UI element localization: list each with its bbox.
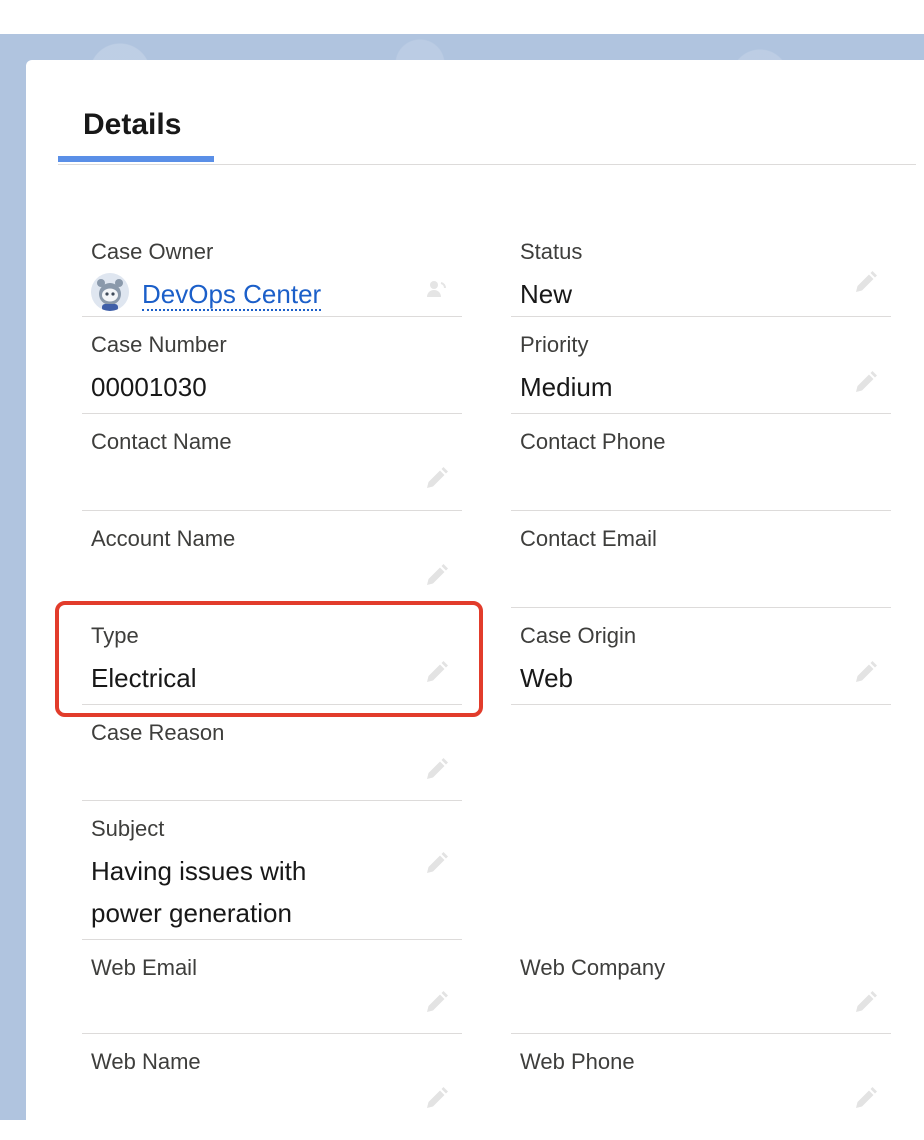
field-web-email: Web Email <box>82 939 462 1034</box>
field-label: Web Email <box>91 955 197 980</box>
field-contact-email: Contact Email <box>511 510 891 608</box>
field-label: Account Name <box>91 526 236 551</box>
change-owner-icon[interactable] <box>424 277 448 301</box>
pencil-icon[interactable] <box>851 269 879 297</box>
field-label: Contact Phone <box>520 429 666 454</box>
field-label: Priority <box>520 332 589 357</box>
field-label: Web Company <box>520 955 666 980</box>
field-value: 00001030 <box>91 372 207 402</box>
pencil-icon[interactable] <box>422 850 450 878</box>
tab-details[interactable]: Details <box>83 108 181 142</box>
field-value: Having issues with power generation <box>91 850 306 934</box>
field-case-origin: Case Origin Web <box>511 607 891 705</box>
pencil-icon[interactable] <box>851 369 879 397</box>
field-case-reason: Case Reason <box>82 704 462 801</box>
field-label: Status <box>520 239 583 264</box>
field-status: Status New <box>511 215 891 317</box>
field-web-name: Web Name <box>82 1033 462 1123</box>
field-case-number: Case Number 00001030 <box>82 316 462 414</box>
details-card: Details Case Owner DevOps Center Status … <box>26 60 924 1140</box>
field-label: Web Phone <box>520 1049 635 1074</box>
field-label: Web Name <box>91 1049 201 1074</box>
field-case-owner: Case Owner DevOps Center <box>82 215 462 317</box>
pencil-icon[interactable] <box>851 659 879 687</box>
field-value: Electrical <box>91 663 197 693</box>
field-contact-name: Contact Name <box>82 413 462 511</box>
active-tab-indicator <box>58 156 214 162</box>
field-type: Type Electrical <box>82 607 462 705</box>
pencil-icon[interactable] <box>422 989 450 1017</box>
field-label: Subject <box>91 816 165 841</box>
pencil-icon[interactable] <box>422 659 450 687</box>
field-value: New <box>520 279 573 309</box>
owner-avatar-icon <box>91 273 129 311</box>
field-web-phone: Web Phone <box>511 1033 891 1123</box>
field-subject: Subject Having issues with power generat… <box>82 800 462 940</box>
pencil-icon[interactable] <box>851 1085 879 1113</box>
field-priority: Priority Medium <box>511 316 891 414</box>
field-value: Web <box>520 663 573 693</box>
pencil-icon[interactable] <box>422 756 450 784</box>
field-web-company: Web Company <box>511 939 891 1034</box>
pencil-icon[interactable] <box>851 989 879 1017</box>
field-value: Medium <box>520 372 613 402</box>
field-label: Contact Name <box>91 429 232 454</box>
pencil-icon[interactable] <box>422 562 450 590</box>
field-label: Case Owner <box>91 239 214 264</box>
case-owner-link[interactable]: DevOps Center <box>142 281 322 311</box>
field-label: Case Reason <box>91 720 225 745</box>
field-label: Case Number <box>91 332 227 357</box>
field-account-name: Account Name <box>82 510 462 607</box>
field-label: Contact Email <box>520 526 657 551</box>
field-label: Case Origin <box>520 623 637 648</box>
field-label: Type <box>91 623 139 648</box>
tab-header: Details <box>58 60 916 165</box>
pencil-icon[interactable] <box>422 465 450 493</box>
top-bar <box>0 0 924 34</box>
subject-line-2: power generation <box>91 898 292 928</box>
pencil-icon[interactable] <box>422 1085 450 1113</box>
subject-line-1: Having issues with <box>91 856 307 886</box>
field-contact-phone: Contact Phone <box>511 413 891 511</box>
